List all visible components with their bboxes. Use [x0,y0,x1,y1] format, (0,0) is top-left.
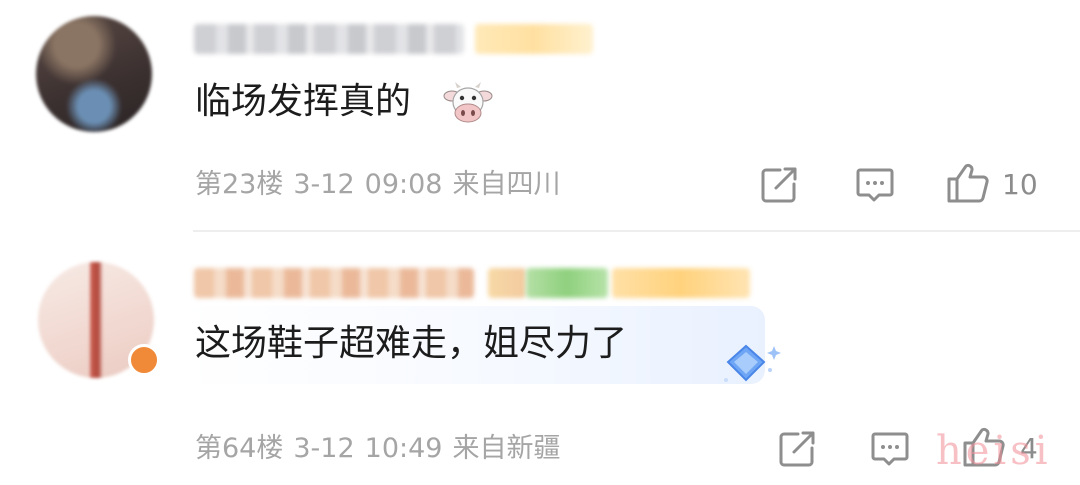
divider [193,230,1080,232]
comment-time: 09:08 [364,169,443,200]
floor-number: 第64楼 [195,433,284,464]
thumbs-up-icon [947,163,989,203]
reply-button[interactable] [870,430,910,468]
ip-location: 来自新疆 [452,433,561,464]
comment-text: 这场鞋子超难走，姐尽力了 [195,323,628,364]
floor-number: 第23楼 [195,169,284,200]
comment-text: 临场发挥真的 [195,81,412,122]
reply-button[interactable] [855,166,895,204]
comment-date: 3-12 [293,169,355,200]
watermark: heisi [936,428,1052,474]
comment-date: 3-12 [293,433,355,464]
cow-face-icon [443,82,493,123]
share-icon [779,431,815,467]
comment-icon [856,168,894,202]
user-badge-blurred [488,268,526,298]
username-blurred[interactable] [194,268,474,298]
share-button[interactable] [760,166,800,204]
ip-location: 来自四川 [452,169,561,200]
user-badge-blurred [612,268,750,298]
share-button[interactable] [778,430,818,468]
like-button[interactable] [946,162,990,204]
diamond-decoration-icon [724,344,781,382]
avatar[interactable] [36,16,152,132]
user-badge-blurred [475,24,593,54]
comment-icon [871,432,909,466]
comment-item: 临场发挥真的 第23楼 3-12 09:08 来自四川 10 [0,0,1080,230]
share-icon [761,167,797,203]
comment-time: 10:49 [364,433,443,464]
username-blurred[interactable] [194,24,464,54]
user-badge-blurred [526,268,608,298]
avatar-badge [128,344,160,376]
comment-meta: 第64楼 3-12 10:49 来自新疆 [195,432,570,466]
like-count: 10 [1002,168,1038,201]
comment-meta: 第23楼 3-12 09:08 来自四川 [195,168,570,202]
